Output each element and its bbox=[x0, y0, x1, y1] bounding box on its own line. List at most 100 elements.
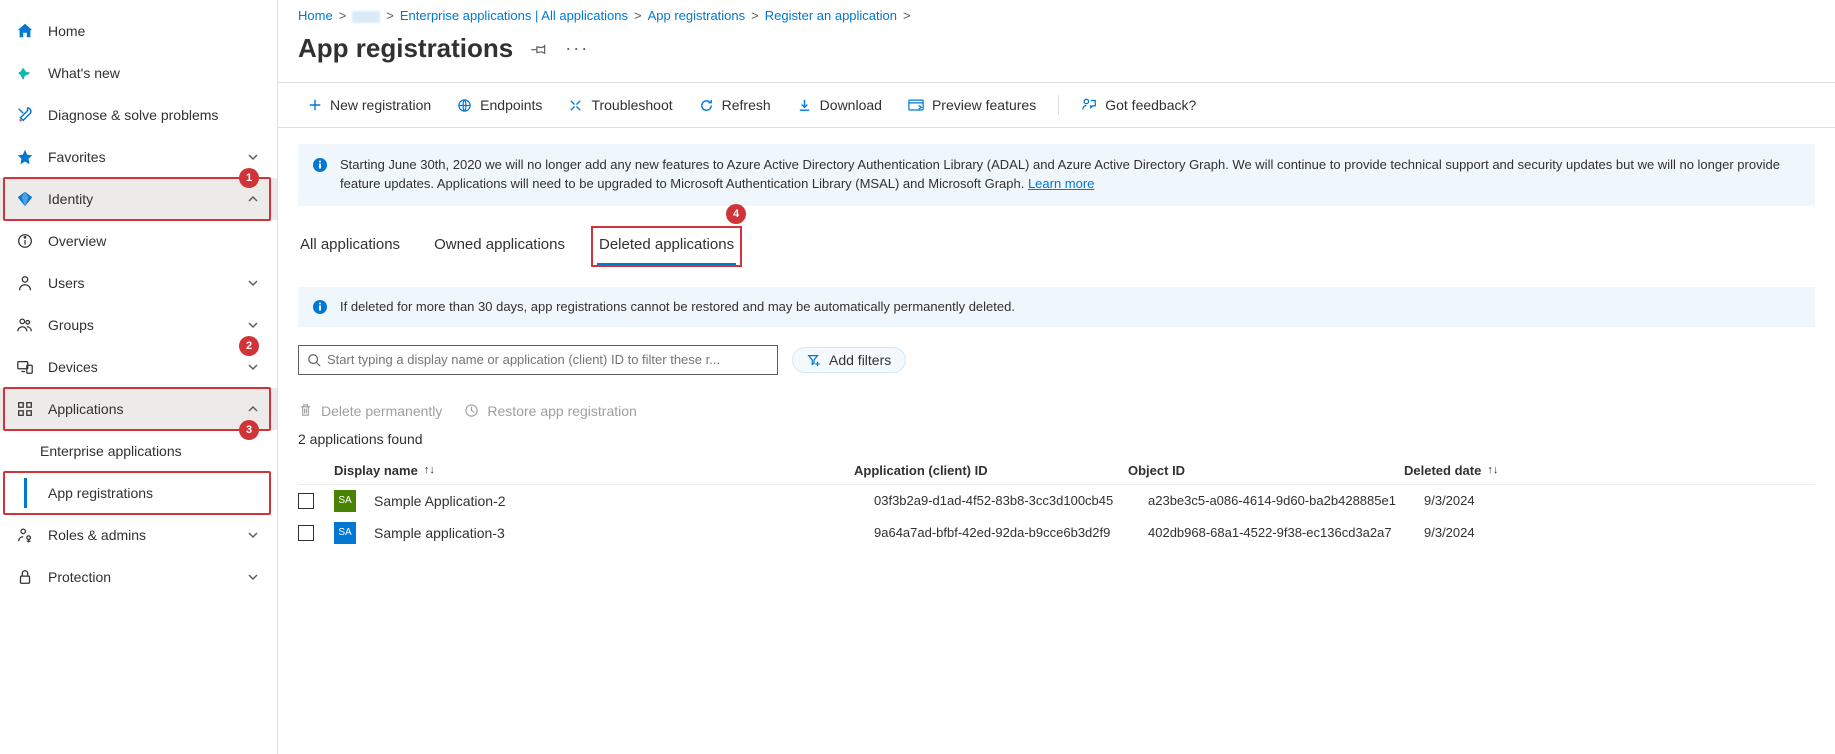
nav-label: Overview bbox=[48, 233, 261, 249]
apps-icon bbox=[16, 400, 34, 418]
breadcrumb-link[interactable]: App registrations bbox=[648, 8, 746, 23]
nav-item-overview[interactable]: Overview bbox=[0, 220, 277, 262]
filter-add-icon bbox=[807, 353, 821, 367]
cell-app-id: 9a64a7ad-bfbf-42ed-92da-b9cce6b3d2f9 bbox=[874, 525, 1148, 540]
learn-more-link[interactable]: Learn more bbox=[1028, 176, 1094, 191]
nav-label: What's new bbox=[48, 65, 261, 81]
globe-icon bbox=[457, 98, 472, 113]
filter-input-wrapper[interactable] bbox=[298, 345, 778, 375]
result-count: 2 applications found bbox=[278, 425, 1835, 457]
nav-label: Protection bbox=[48, 569, 247, 585]
nav-label: Diagnose & solve problems bbox=[48, 107, 261, 123]
sidebar: Home What's new Diagnose & solve problems F… bbox=[0, 0, 278, 754]
chevron-up-icon bbox=[247, 193, 261, 205]
callout-marker: 3 bbox=[239, 420, 259, 440]
breadcrumb-link[interactable]: Home bbox=[298, 8, 333, 23]
nav-item-favorites[interactable]: Favorites bbox=[0, 136, 277, 178]
nav-label: Favorites bbox=[48, 149, 247, 165]
chevron-down-icon bbox=[247, 319, 261, 331]
breadcrumb-link[interactable]: Enterprise applications | All applicatio… bbox=[400, 8, 628, 23]
sort-icon: ↑↓ bbox=[1487, 464, 1498, 476]
info-banner-adal: Starting June 30th, 2020 we will no long… bbox=[298, 144, 1815, 206]
plus-icon bbox=[308, 98, 322, 112]
pin-icon[interactable] bbox=[531, 41, 547, 57]
callout-marker: 4 bbox=[726, 204, 746, 224]
tab-deleted-applications[interactable]: Deleted applications4 bbox=[597, 228, 736, 266]
diamond-icon bbox=[16, 190, 34, 208]
cell-display-name: Sample application-3 bbox=[374, 525, 874, 541]
nav-label: Home bbox=[48, 23, 261, 39]
star-icon bbox=[16, 148, 34, 166]
nav-item-devices[interactable]: Devices2 bbox=[0, 346, 277, 388]
nav-item-applications[interactable]: Applications bbox=[0, 388, 277, 430]
search-icon bbox=[307, 353, 321, 367]
preview-features-button[interactable]: Preview features bbox=[898, 91, 1046, 119]
callout-marker: 1 bbox=[239, 168, 259, 188]
chevron-down-icon bbox=[247, 571, 261, 583]
main-content: Home>>Enterprise applications | All appl… bbox=[278, 0, 1835, 754]
download-button[interactable]: Download bbox=[787, 91, 892, 119]
nav-item-groups[interactable]: Groups bbox=[0, 304, 277, 346]
row-checkbox[interactable] bbox=[298, 493, 314, 509]
row-checkbox[interactable] bbox=[298, 525, 314, 541]
callout-marker: 2 bbox=[239, 336, 259, 356]
troubleshoot-button[interactable]: Troubleshoot bbox=[558, 91, 682, 119]
tools-icon bbox=[568, 98, 583, 113]
nav-label: Roles & admins bbox=[48, 527, 247, 543]
column-app-id[interactable]: Application (client) ID bbox=[854, 463, 1128, 478]
devices-icon bbox=[16, 358, 34, 376]
nav-item-what-s-new[interactable]: What's new bbox=[0, 52, 277, 94]
applications-table: Display name ↑↓ Application (client) ID … bbox=[278, 457, 1835, 549]
column-deleted-date[interactable]: Deleted date ↑↓ bbox=[1404, 463, 1815, 478]
actions-row: Delete permanently Restore app registrat… bbox=[278, 379, 1835, 425]
filter-input[interactable] bbox=[327, 352, 769, 367]
info-icon bbox=[312, 157, 328, 173]
nav-item-diagnose-solve-problems[interactable]: Diagnose & solve problems bbox=[0, 94, 277, 136]
info-icon bbox=[16, 232, 34, 250]
tab-all-applications[interactable]: All applications bbox=[298, 228, 402, 265]
column-display-name[interactable]: Display name ↑↓ bbox=[334, 463, 854, 478]
app-badge: SA bbox=[334, 522, 356, 544]
nav-label: Identity bbox=[48, 191, 247, 207]
tab-owned-applications[interactable]: Owned applications bbox=[432, 228, 567, 265]
more-icon[interactable]: ··· bbox=[565, 38, 589, 59]
info-text: If deleted for more than 30 days, app re… bbox=[340, 299, 1015, 314]
nav-label: Groups bbox=[48, 317, 247, 333]
endpoints-button[interactable]: Endpoints bbox=[447, 91, 552, 119]
nav-item-home[interactable]: Home bbox=[0, 10, 277, 52]
filter-row: Add filters bbox=[278, 341, 1835, 379]
refresh-icon bbox=[699, 98, 714, 113]
nav-label: Users bbox=[48, 275, 247, 291]
app-badge: SA bbox=[334, 490, 356, 512]
chevron-up-icon bbox=[247, 403, 261, 415]
restore-button[interactable]: Restore app registration bbox=[464, 403, 636, 419]
breadcrumb-redacted bbox=[352, 11, 380, 23]
nav-item-enterprise-applications[interactable]: Enterprise applications3 bbox=[0, 430, 277, 472]
feedback-button[interactable]: Got feedback? bbox=[1071, 91, 1206, 119]
cell-deleted-date: 9/3/2024 bbox=[1424, 525, 1815, 540]
add-filters-button[interactable]: Add filters bbox=[792, 347, 906, 373]
nav-item-roles-admins[interactable]: Roles & admins bbox=[0, 514, 277, 556]
breadcrumb: Home>>Enterprise applications | All appl… bbox=[278, 0, 1835, 27]
delete-permanently-button[interactable]: Delete permanently bbox=[298, 403, 442, 419]
info-banner-deleted: If deleted for more than 30 days, app re… bbox=[298, 287, 1815, 327]
cell-app-id: 03f3b2a9-d1ad-4f52-83b8-3cc3d100cb45 bbox=[874, 493, 1148, 508]
refresh-button[interactable]: Refresh bbox=[689, 91, 781, 119]
new-registration-button[interactable]: New registration bbox=[298, 91, 441, 119]
nav-item-app-registrations[interactable]: App registrations bbox=[0, 472, 277, 514]
table-row[interactable]: SA Sample Application-203f3b2a9-d1ad-4f52… bbox=[298, 485, 1815, 517]
info-icon bbox=[312, 299, 328, 315]
table-header: Display name ↑↓ Application (client) ID … bbox=[298, 457, 1815, 485]
cell-display-name: Sample Application-2 bbox=[374, 493, 874, 509]
column-object-id[interactable]: Object ID bbox=[1128, 463, 1404, 478]
tabs: All applications Owned applications Delete… bbox=[278, 220, 1835, 265]
cell-object-id: 402db968-68a1-4522-9f38-ec136cd3a2a7 bbox=[1148, 525, 1424, 540]
nav-item-identity[interactable]: Identity1 bbox=[0, 178, 277, 220]
breadcrumb-link[interactable]: Register an application bbox=[765, 8, 897, 23]
download-icon bbox=[797, 98, 812, 113]
nav-item-users[interactable]: Users bbox=[0, 262, 277, 304]
cell-deleted-date: 9/3/2024 bbox=[1424, 493, 1815, 508]
key-person-icon bbox=[16, 526, 34, 544]
table-row[interactable]: SA Sample application-39a64a7ad-bfbf-42ed… bbox=[298, 517, 1815, 549]
nav-item-protection[interactable]: Protection bbox=[0, 556, 277, 598]
